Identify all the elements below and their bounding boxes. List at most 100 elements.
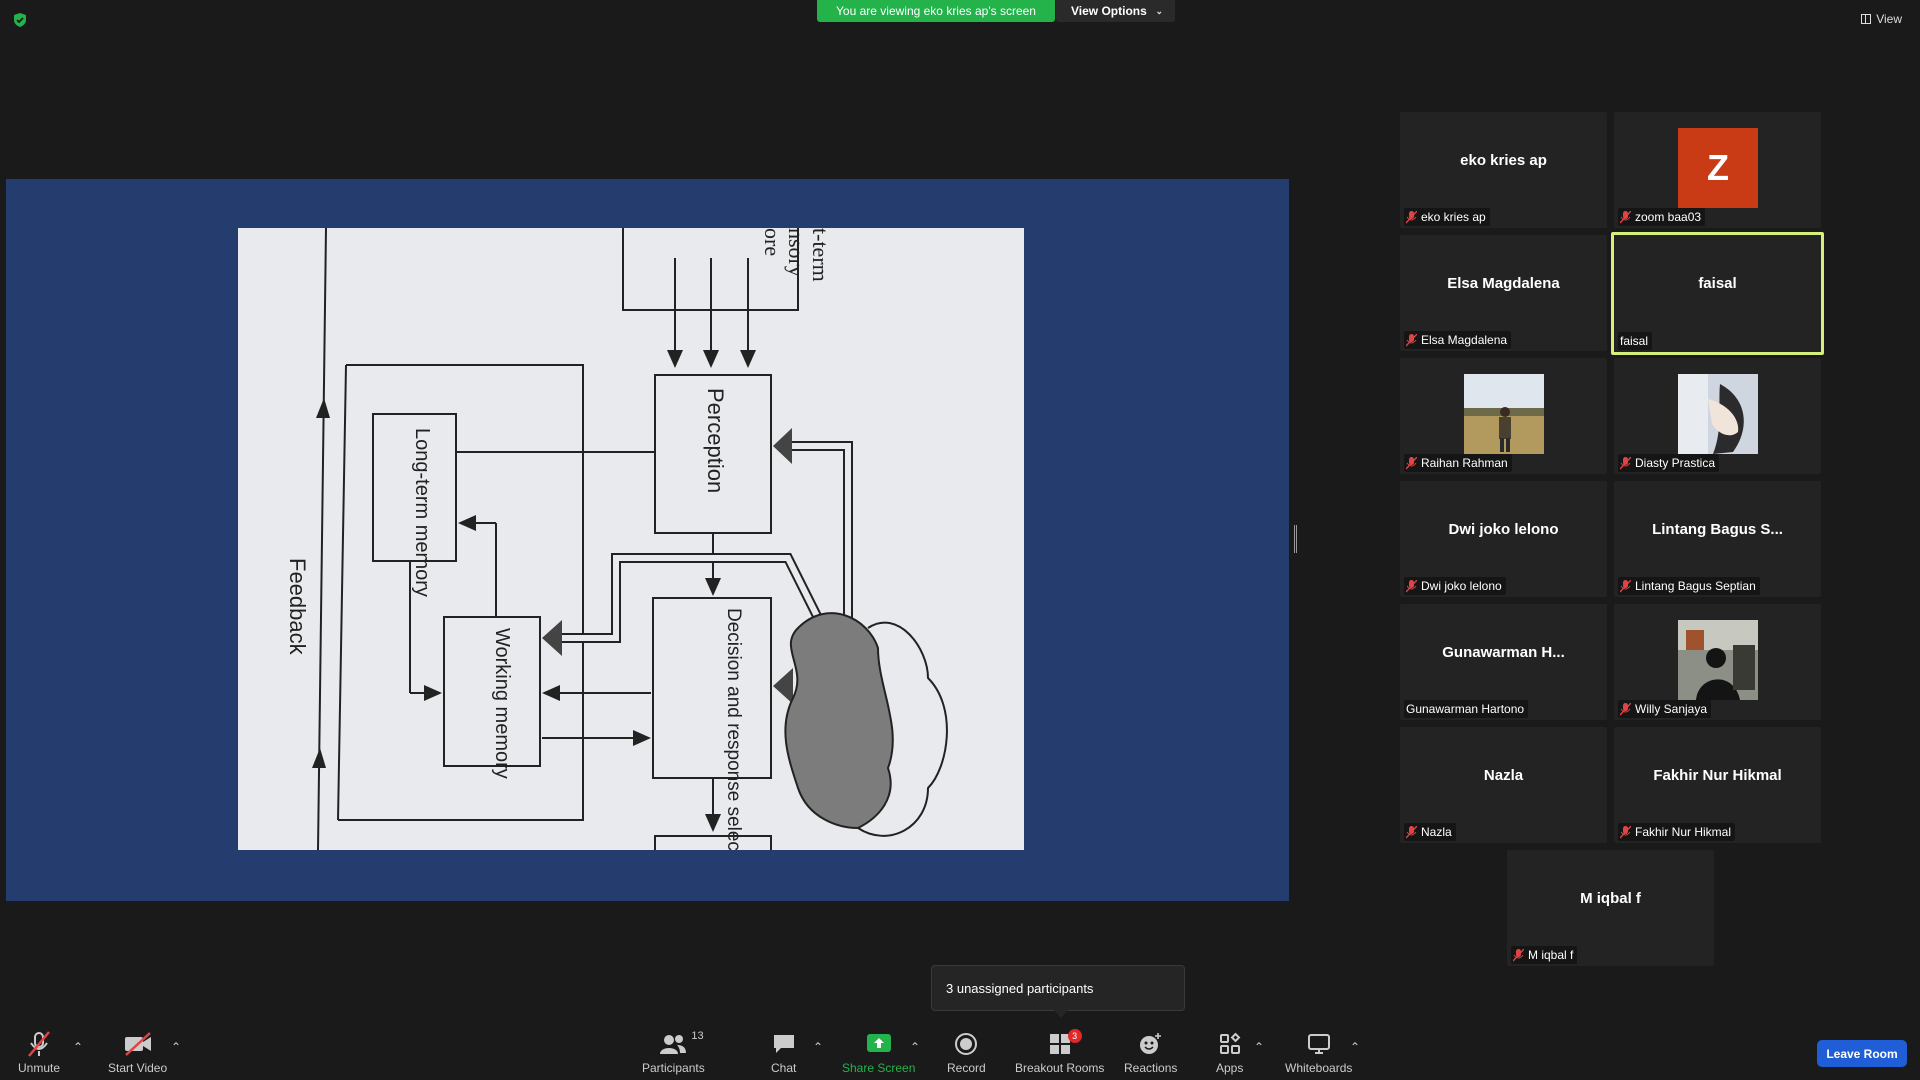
avatar — [1464, 374, 1544, 454]
participant-name-label: Lintang Bagus Septian — [1618, 577, 1760, 595]
participant-display-name: Gunawarman H... — [1442, 643, 1565, 661]
participant-tile[interactable]: Fakhir Nur Hikmal Fakhir Nur Hikmal — [1614, 727, 1821, 843]
participant-label-text: Nazla — [1421, 825, 1452, 839]
reactions-button[interactable]: Reactions — [1124, 1030, 1177, 1075]
share-screen-button[interactable]: Share Screen — [842, 1030, 915, 1075]
perception-label: Perception — [703, 388, 728, 493]
participant-tile[interactable]: Diasty Prastica — [1614, 358, 1821, 474]
feedback-label: Feedback — [285, 558, 310, 656]
leave-room-label: Leave Room — [1826, 1046, 1898, 1061]
participant-tile[interactable]: Raihan Rahman — [1400, 358, 1607, 474]
record-icon — [955, 1033, 978, 1055]
share-screen-icon — [866, 1034, 891, 1052]
breakout-rooms-button[interactable]: 3 Breakout Rooms — [1015, 1029, 1105, 1075]
participant-name-label: M iqbal f — [1511, 946, 1578, 964]
whiteboards-button[interactable]: Whiteboards — [1285, 1030, 1352, 1075]
participant-tile[interactable]: Gunawarman H... Gunawarman Hartono — [1400, 604, 1607, 720]
view-button[interactable]: View — [1861, 12, 1902, 26]
unassigned-participants-tooltip[interactable]: 3 unassigned participants — [931, 965, 1185, 1018]
mic-muted-icon — [1406, 333, 1417, 346]
apps-icon — [1219, 1032, 1241, 1054]
participant-tile[interactable]: Lintang Bagus S... Lintang Bagus Septian — [1614, 481, 1821, 597]
avatar — [1678, 620, 1758, 700]
security-shield-icon[interactable] — [12, 12, 28, 28]
view-options-button[interactable]: View Options ⌄ — [1056, 0, 1175, 22]
chat-icon — [773, 1035, 794, 1053]
unmute-label: Unmute — [18, 1061, 61, 1075]
mic-muted-icon — [1406, 210, 1417, 223]
view-options-label: View Options — [1071, 4, 1147, 18]
information-processing-diagram: Feedback t-term nsory ore Perception Lon… — [285, 228, 948, 850]
sensory-label-1: t-term — [808, 228, 833, 282]
participants-count: 13 — [691, 1030, 704, 1042]
chevron-down-icon: ⌄ — [1155, 6, 1163, 16]
participant-label-text: Raihan Rahman — [1421, 456, 1508, 470]
participants-icon — [660, 1035, 687, 1054]
participant-name-label: Willy Sanjaya — [1618, 700, 1712, 718]
participant-display-name: Nazla — [1483, 766, 1524, 784]
panel-resize-handle[interactable] — [1294, 525, 1297, 553]
chat-button[interactable]: Chat — [771, 1030, 796, 1075]
participant-tile-active-speaker[interactable]: faisal faisal — [1611, 232, 1824, 355]
participant-name-label: Raihan Rahman — [1404, 454, 1512, 472]
share-options-chevron-icon[interactable]: ⌃ — [910, 1040, 920, 1054]
breakout-rooms-label: Breakout Rooms — [1015, 1061, 1105, 1075]
participant-name-label: Diasty Prastica — [1618, 454, 1720, 472]
mic-muted-icon — [1620, 210, 1631, 223]
profile-photo — [1678, 374, 1758, 454]
chat-label: Chat — [771, 1061, 797, 1075]
participant-display-name: Lintang Bagus S... — [1652, 520, 1783, 538]
leave-room-button[interactable]: Leave Room — [1817, 1040, 1907, 1067]
avatar — [1678, 374, 1758, 454]
participant-label-text: Dwi joko lelono — [1421, 579, 1502, 593]
mic-muted-icon — [1406, 825, 1417, 838]
participant-tile[interactable]: Z zoom baa03 — [1614, 112, 1821, 228]
start-video-label: Start Video — [108, 1061, 168, 1075]
long-term-memory-label: Long-term memory — [411, 428, 433, 597]
viewing-screen-banner: You are viewing eko kries ap's screen — [817, 0, 1055, 22]
participant-name-label: Dwi joko lelono — [1404, 577, 1506, 595]
participant-tile[interactable]: Willy Sanjaya — [1614, 604, 1821, 720]
breakout-badge: 3 — [1067, 1029, 1082, 1043]
participant-tile[interactable]: Elsa Magdalena Elsa Magdalena — [1400, 235, 1607, 351]
whiteboard-options-chevron-icon[interactable]: ⌃ — [1350, 1040, 1360, 1054]
participants-label: Participants — [642, 1061, 705, 1075]
mic-muted-icon — [1620, 702, 1631, 715]
apps-label: Apps — [1216, 1061, 1244, 1075]
profile-photo — [1464, 374, 1544, 454]
shared-document-photo: Feedback t-term nsory ore Perception Lon… — [238, 228, 1024, 850]
mic-muted-icon — [1513, 948, 1524, 961]
participant-tile[interactable]: eko kries ap eko kries ap — [1400, 112, 1607, 228]
record-button[interactable]: Record — [947, 1030, 986, 1075]
start-video-button[interactable]: Start Video — [108, 1030, 167, 1075]
shared-screen: Feedback t-term nsory ore Perception Lon… — [6, 179, 1289, 901]
whiteboard-icon — [1307, 1034, 1330, 1054]
participant-tile[interactable]: Dwi joko lelono Dwi joko lelono — [1400, 481, 1607, 597]
sensory-label-3: ore — [760, 228, 785, 256]
participant-tile[interactable]: Nazla Nazla — [1400, 727, 1607, 843]
reactions-label: Reactions — [1124, 1061, 1178, 1075]
apps-options-chevron-icon[interactable]: ⌃ — [1254, 1040, 1264, 1054]
share-screen-label: Share Screen — [842, 1061, 916, 1075]
participant-tile[interactable]: M iqbal f M iqbal f — [1507, 850, 1714, 966]
unmute-button[interactable]: Unmute — [18, 1030, 60, 1075]
chat-options-chevron-icon[interactable]: ⌃ — [813, 1040, 823, 1054]
participant-display-name: faisal — [1698, 275, 1737, 292]
participant-display-name: Elsa Magdalena — [1447, 274, 1560, 292]
participant-label-text: M iqbal f — [1528, 948, 1574, 962]
participant-display-name: Fakhir Nur Hikmal — [1653, 766, 1782, 784]
top-bar: You are viewing eko kries ap's screen Vi… — [0, 0, 1920, 36]
mic-muted-icon — [1620, 825, 1631, 838]
audio-options-chevron-icon[interactable]: ⌃ — [73, 1040, 83, 1054]
participant-name-label: eko kries ap — [1404, 208, 1490, 226]
viewing-banner-text: You are viewing eko kries ap's screen — [836, 4, 1036, 18]
apps-button[interactable]: Apps — [1216, 1030, 1243, 1075]
video-options-chevron-icon[interactable]: ⌃ — [171, 1040, 181, 1054]
participants-button[interactable]: 13 Participants — [642, 1030, 705, 1075]
participant-name-label: Fakhir Nur Hikmal — [1618, 823, 1736, 841]
mic-muted-icon — [1620, 456, 1631, 469]
whiteboards-label: Whiteboards — [1285, 1061, 1353, 1075]
participant-name-label: Elsa Magdalena — [1404, 331, 1512, 349]
participant-label-text: zoom baa03 — [1635, 210, 1702, 224]
participant-display-name: eko kries ap — [1460, 151, 1547, 169]
